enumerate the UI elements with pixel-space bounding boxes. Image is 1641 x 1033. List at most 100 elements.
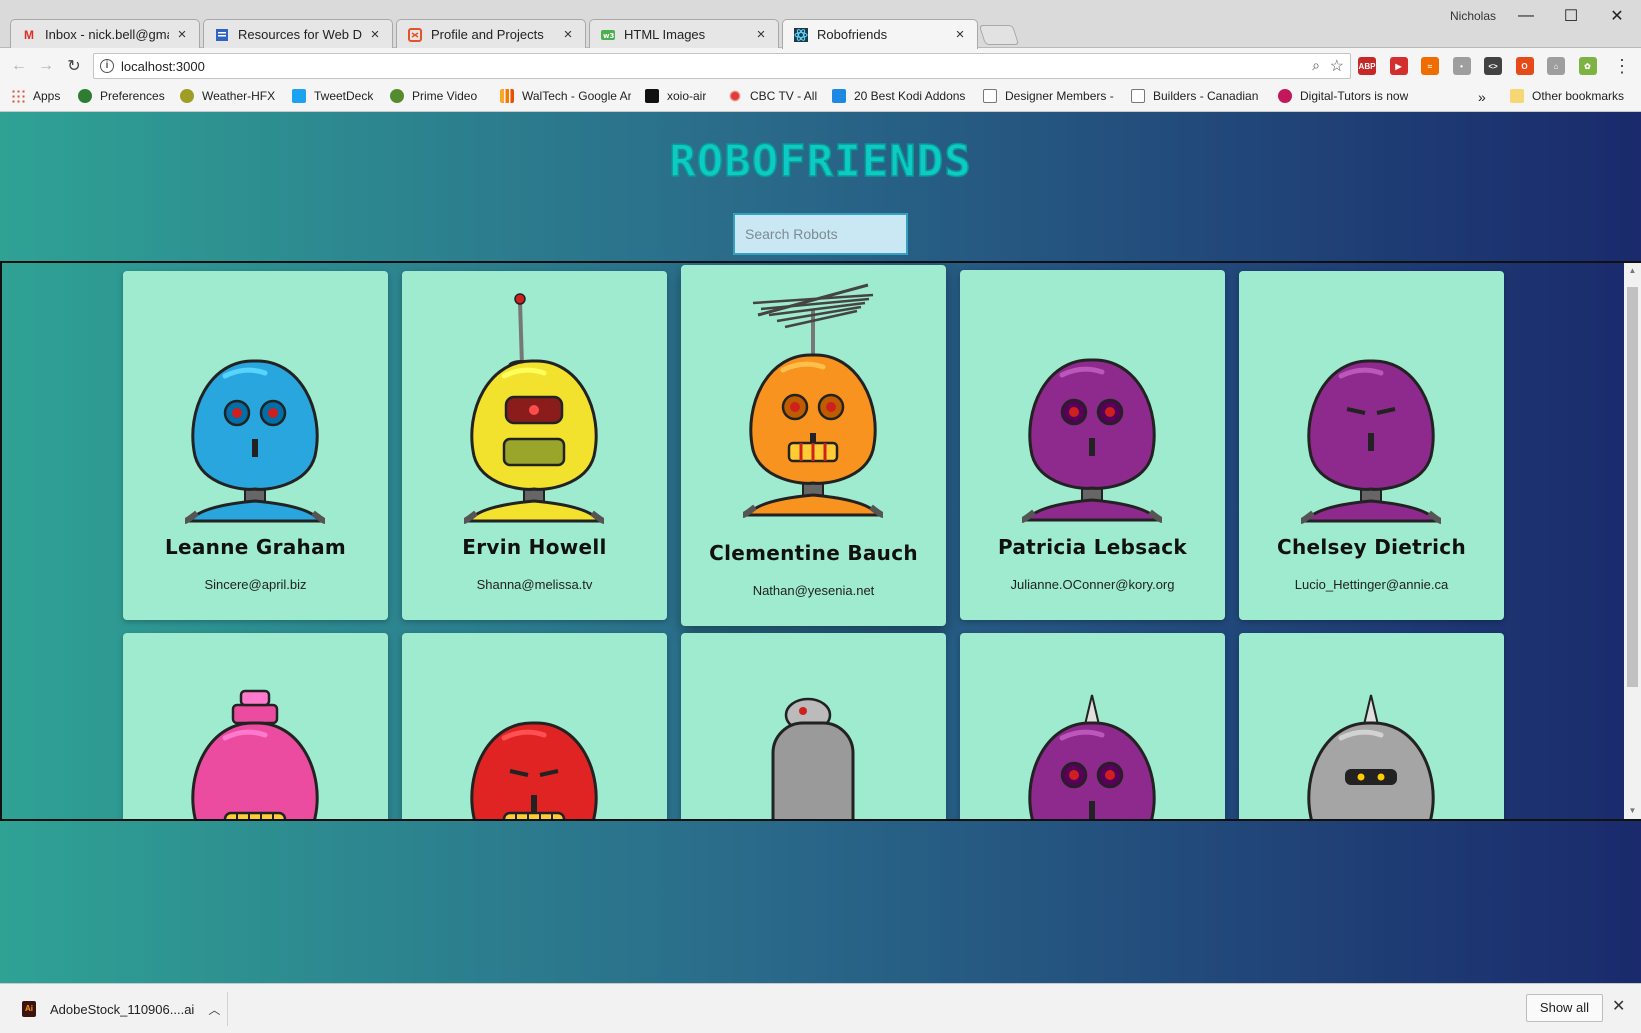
illustrator-file-icon: Ai: [22, 1001, 36, 1017]
bookmark-tweetdeck[interactable]: TweetDeck: [292, 89, 373, 103]
page-icon: [983, 89, 997, 103]
url-text: localhost:3000: [121, 59, 205, 74]
new-tab-button[interactable]: [978, 25, 1020, 45]
video-ext-icon[interactable]: ▶: [1389, 57, 1408, 75]
close-icon[interactable]: ✕: [1612, 996, 1625, 1016]
bookmark-prime-video[interactable]: Prime Video: [390, 89, 477, 103]
profile-name[interactable]: Nicholas: [1450, 9, 1496, 23]
color-ext-icon[interactable]: ✿: [1578, 57, 1597, 75]
robot-card[interactable]: [402, 633, 667, 819]
code-ext-icon[interactable]: <>: [1484, 57, 1502, 75]
rss-ext-icon[interactable]: ≈: [1421, 57, 1439, 75]
robot-card[interactable]: Patricia Lebsack Julianne.OConner@kory.or…: [960, 270, 1225, 620]
bookmark-preferences[interactable]: Preferences: [78, 89, 165, 103]
bookmark-label: WalTech - Google Ar: [522, 89, 631, 103]
bookmark-weather[interactable]: Weather-HFX: [180, 89, 275, 103]
robot-card[interactable]: Ervin Howell Shanna@melissa.tv: [402, 271, 667, 620]
pin-ext-icon[interactable]: •: [1452, 57, 1471, 75]
bookmark-label: Apps: [33, 89, 61, 103]
robot-name: Clementine Bauch: [709, 541, 918, 565]
robot-name: Patricia Lebsack: [997, 535, 1188, 559]
tab-close-icon[interactable]: ×: [953, 26, 967, 43]
bookmark-label: Designer Members -: [1005, 89, 1114, 103]
adblock-icon[interactable]: ABP: [1358, 57, 1376, 75]
robot-card[interactable]: [681, 633, 946, 819]
tab-close-icon[interactable]: ×: [368, 26, 382, 43]
bookmark-label: CBC TV - All: [750, 89, 818, 103]
card-list-scroll-area[interactable]: Leanne Graham Sincere@april.biz Ervin Howe…: [0, 261, 1641, 821]
bookmarks-bar: Apps Preferences Weather-HFX TweetDeck P…: [0, 84, 1641, 112]
chevron-up-icon[interactable]: ︿: [208, 1001, 220, 1018]
bookmark-label: Preferences: [100, 89, 165, 103]
bookmark-xoio[interactable]: xoio-air: [645, 89, 706, 103]
tab-html-images[interactable]: w3 HTML Images ×: [589, 19, 779, 49]
tab-title: Robofriends: [817, 27, 888, 42]
bookmark-label: xoio-air: [667, 89, 707, 103]
download-shelf: Ai AdobeStock_110906....ai ︿ Show all ✕: [0, 983, 1641, 1033]
scroll-up-icon[interactable]: ▲: [1624, 263, 1641, 279]
robot-avatar-icon: [184, 359, 326, 524]
people-ext-icon[interactable]: ⌂: [1547, 57, 1565, 75]
gmail-icon: M: [24, 27, 34, 42]
robot-card[interactable]: Clementine Bauch Nathan@yesenia.net: [681, 265, 946, 626]
svg-text:w3: w3: [603, 32, 614, 40]
tab-close-icon[interactable]: ×: [754, 26, 768, 43]
tab-profile[interactable]: Profile and Projects ×: [396, 19, 586, 49]
forward-icon[interactable]: →: [35, 55, 57, 77]
bookmark-label: Digital-Tutors is now: [1300, 89, 1409, 103]
zoom-icon[interactable]: ⌕: [1312, 57, 1320, 74]
play-icon: [390, 89, 404, 103]
minimize-icon[interactable]: —: [1503, 4, 1549, 28]
bookmark-label: Builders - Canadian: [1153, 89, 1259, 103]
tab-robofriends[interactable]: Robofriends ×: [782, 19, 978, 49]
bookmarks-overflow-button[interactable]: »: [1478, 89, 1486, 105]
bookmark-builders[interactable]: Builders - Canadian: [1131, 89, 1265, 103]
bookmark-star-icon[interactable]: ☆: [1330, 56, 1344, 76]
address-bar[interactable]: i localhost:3000 ⌕ ☆: [93, 53, 1351, 79]
robot-card[interactable]: [123, 633, 388, 819]
codepen-icon: [407, 27, 423, 43]
tab-close-icon[interactable]: ×: [175, 26, 189, 43]
tab-title: HTML Images: [624, 27, 706, 42]
robot-card[interactable]: Chelsey Dietrich Lucio_Hettinger@annie.ca: [1239, 271, 1504, 620]
bookmark-waltech[interactable]: WalTech - Google Ar: [500, 89, 631, 103]
bookmark-cbc[interactable]: CBC TV - All: [728, 89, 817, 103]
folder-icon: [1510, 89, 1524, 103]
robot-card[interactable]: [1239, 633, 1504, 819]
page-icon: [1131, 89, 1145, 103]
other-bookmarks[interactable]: Other bookmarks: [1510, 89, 1624, 103]
scrollbar-thumb[interactable]: [1627, 287, 1638, 687]
robot-avatar-icon: [771, 697, 855, 819]
reload-icon[interactable]: ↻: [63, 55, 85, 77]
info-icon[interactable]: i: [100, 59, 114, 73]
menu-icon[interactable]: ⋮: [1611, 55, 1633, 77]
tab-close-icon[interactable]: ×: [561, 26, 575, 43]
doc-icon: [214, 27, 230, 43]
maximize-icon[interactable]: ☐: [1548, 4, 1594, 28]
robot-card[interactable]: [960, 633, 1225, 819]
tab-gmail[interactable]: M Inbox - nick.bell@gmail.c ×: [10, 19, 200, 49]
download-item[interactable]: Ai AdobeStock_110906....ai ︿: [10, 992, 228, 1026]
bookmark-kodi[interactable]: 20 Best Kodi Addons: [832, 89, 968, 103]
robot-name: Leanne Graham: [164, 535, 347, 559]
robot-avatar-icon: [1028, 694, 1156, 819]
robot-email: Nathan@yesenia.net: [752, 583, 875, 598]
bookmark-designer[interactable]: Designer Members -: [983, 89, 1117, 103]
kodi-icon: [832, 89, 846, 103]
window-close-icon[interactable]: ✕: [1594, 4, 1640, 28]
bookmark-apps[interactable]: Apps: [11, 89, 60, 103]
scroll-down-icon[interactable]: ▼: [1624, 803, 1641, 819]
back-icon[interactable]: ←: [8, 55, 30, 77]
bookmark-label: 20 Best Kodi Addons: [854, 89, 966, 103]
office-ext-icon[interactable]: O: [1515, 57, 1534, 75]
apps-grid-icon: [11, 89, 25, 103]
scrollbar[interactable]: ▲ ▼: [1624, 263, 1641, 819]
tab-resources[interactable]: Resources for Web Devel ×: [203, 19, 393, 49]
robot-card[interactable]: Leanne Graham Sincere@april.biz: [123, 271, 388, 620]
show-all-button[interactable]: Show all: [1526, 994, 1603, 1022]
search-input[interactable]: [733, 213, 908, 255]
bookmark-digital-tutors[interactable]: Digital-Tutors is now: [1278, 89, 1418, 103]
robot-name: Ervin Howell: [462, 535, 607, 559]
robot-avatar-icon: [463, 293, 605, 524]
robot-avatar-icon: [1307, 694, 1435, 819]
